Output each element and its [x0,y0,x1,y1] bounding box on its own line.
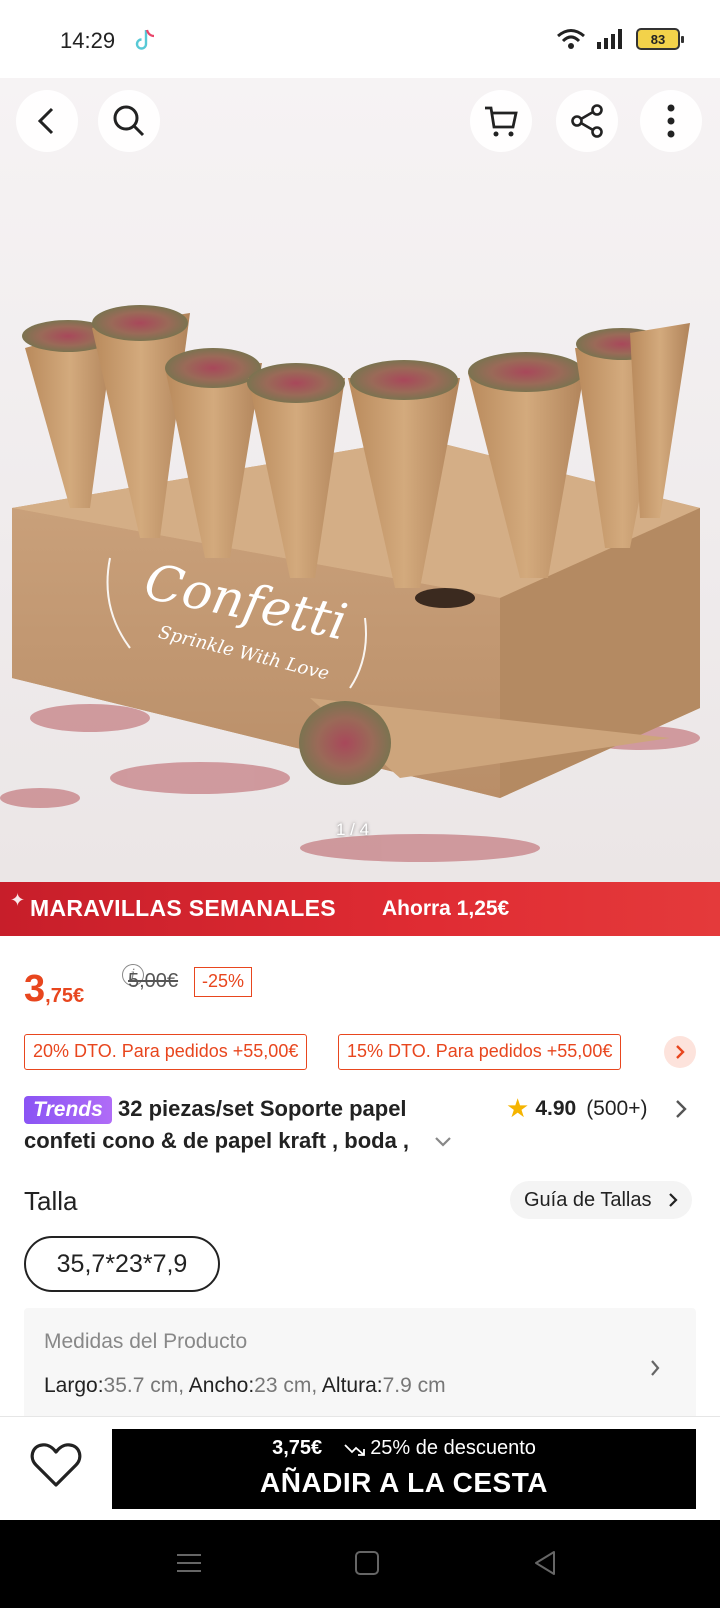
add-to-cart-label: AÑADIR A LA CESTA [260,1467,548,1498]
back-nav-icon[interactable] [532,1550,558,1576]
sparkle-icon: ✦ [10,890,26,910]
product-image-gallery[interactable]: Confetti Sprinkle With Love 1 / 4 [0,78,720,882]
price-cents: ,75€ [45,985,85,1007]
size-label: Talla [24,1186,78,1216]
review-count: (500+) [586,1096,648,1120]
trends-badge: Trends [24,1096,112,1124]
promo-title: MARAVILLAS SEMANALES [30,895,336,921]
chevron-right-icon [651,1360,660,1376]
chevron-right-icon [668,1193,678,1207]
add-to-cart-button[interactable]: 3,75€ 25% de descuento AÑADIR A LA CESTA [112,1429,696,1509]
signal-icon [597,29,622,49]
expand-title-icon[interactable] [432,1130,454,1152]
chevron-right-icon [676,1045,685,1059]
back-button[interactable] [16,90,78,152]
coupon-1[interactable]: 15% DTO. Para pedidos +55,00€ [338,1034,622,1070]
search-button[interactable] [98,90,160,152]
measures-values: Largo:35.7 cm, Ancho:23 cm, Altura:7.9 c… [44,1374,446,1398]
largo-value: 35.7 cm, [103,1374,185,1397]
home-icon[interactable] [354,1550,380,1576]
more-vertical-icon [667,104,675,138]
product-photo: Confetti Sprinkle With Love [0,305,700,862]
discount-badge: -25% [194,967,253,997]
heart-icon[interactable] [28,1437,84,1493]
rating[interactable]: ★ 4.90 (500+) [506,1093,647,1124]
promo-saving: Ahorra 1,25€ [382,897,510,920]
price-main: 3 [24,968,46,1010]
cart-button[interactable] [470,90,532,152]
original-price: 5,00€ [128,970,179,992]
ancho-label: Ancho: [188,1374,255,1397]
product-title-line2: confeti cono & de papel kraft , boda , [24,1128,409,1154]
rating-value: 4.90 [535,1096,577,1120]
add-to-cart-price: 3,75€ [272,1437,323,1459]
measures-title: Medidas del Producto [44,1330,248,1353]
altura-label: Altura: [321,1374,383,1397]
cart-icon [485,106,518,137]
more-options-button[interactable] [640,90,702,152]
search-icon [113,105,145,137]
ancho-value: 23 cm, [254,1374,318,1397]
wifi-icon [557,29,585,49]
size-option-selected[interactable]: 35,7*23*7,9 [24,1236,220,1292]
chevron-left-icon [37,107,54,135]
system-navigation-bar [0,1520,720,1608]
largo-label: Largo: [44,1374,104,1397]
battery-icon: 83 [636,28,684,50]
battery-level: 83 [650,31,666,47]
tiktok-icon [135,29,155,50]
size-guide-button[interactable]: Guía de Tallas [510,1181,692,1219]
add-to-cart-discount: 25% de descuento [370,1437,536,1459]
star-icon: ★ [506,1093,530,1123]
share-button[interactable] [556,90,618,152]
status-bar: 14:29 83 [0,0,720,78]
price: 3 ,75€ i [24,964,144,1010]
altura-value: 7.9 cm [382,1374,446,1397]
share-icon [571,104,603,138]
add-to-cart-subline: 3,75€ 25% de descuento [112,1437,696,1460]
size-guide-label: Guía de Tallas [524,1189,652,1211]
product-title-line1: 32 piezas/set Soporte papel [118,1096,407,1121]
bottom-action-bar: 3,75€ 25% de descuento AÑADIR A LA CESTA [0,1416,720,1520]
product-measures[interactable]: Medidas del Producto Largo:35.7 cm, Anch… [24,1308,696,1428]
status-time: 14:29 [60,28,116,53]
chevron-right-icon[interactable] [670,1096,692,1122]
coupons-more-button[interactable] [664,1036,696,1068]
coupon-0[interactable]: 20% DTO. Para pedidos +55,00€ [24,1034,308,1070]
trend-down-icon [344,1444,366,1456]
product-title-line2-text: confeti cono & de papel kraft , boda , [24,1128,410,1153]
image-counter: 1 / 4 [336,820,370,839]
promo-banner[interactable]: ✦ MARAVILLAS SEMANALES Ahorra 1,25€ [0,882,720,936]
menu-icon[interactable] [176,1550,202,1576]
